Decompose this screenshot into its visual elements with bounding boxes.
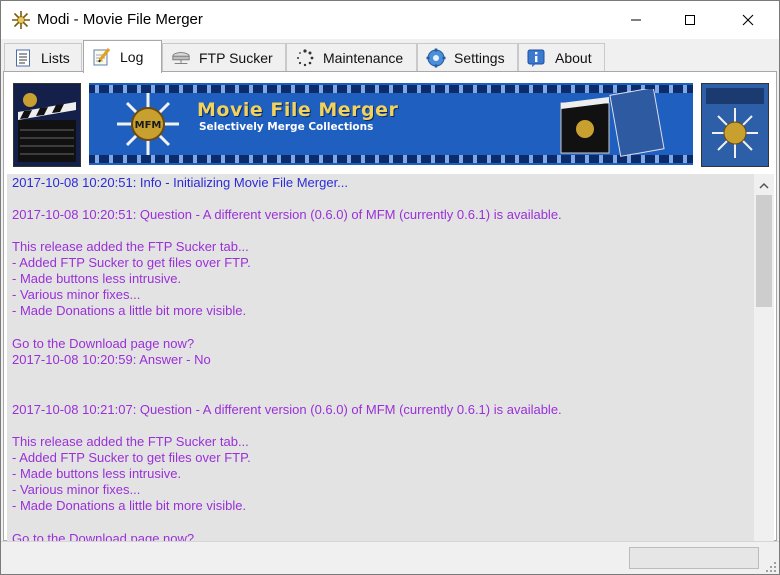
tab-label: About (555, 49, 592, 66)
banner-title: Movie File Merger (197, 99, 399, 121)
tab-label: Lists (41, 49, 70, 66)
dvd-cases-image (560, 89, 665, 157)
chevron-up-icon (759, 182, 769, 189)
log-line: Go to the Download page now? (12, 336, 195, 351)
mfm-star-logo: MFM (117, 93, 179, 155)
tab-lists[interactable]: Lists (4, 43, 82, 71)
maximize-button[interactable] (667, 1, 713, 39)
close-button[interactable] (725, 1, 771, 39)
dvd-cover-image (701, 83, 769, 167)
log-line: This release added the FTP Sucker tab... (12, 434, 249, 449)
banner-image: MFM Movie File Merger Selectively Merge … (89, 83, 693, 165)
banner-logo-text: MFM (135, 120, 162, 131)
tab-strip: Lists Log FTP Sucker Maintenance Setting… (1, 39, 779, 73)
log-line: 2017-10-08 10:21:07: Question - A differ… (12, 402, 562, 417)
maximize-icon (685, 15, 695, 25)
log-line: - Made buttons less intrusive. (12, 271, 182, 286)
tab-label: Log (120, 49, 144, 65)
info-icon (527, 48, 547, 68)
progress-bar (629, 547, 759, 569)
notepad-pencil-icon (92, 47, 112, 67)
window-title: Modi - Movie File Merger (37, 11, 203, 28)
title-bar[interactable]: Modi - Movie File Merger (1, 1, 779, 39)
minimize-icon (631, 19, 641, 21)
tab-ftp-sucker[interactable]: FTP Sucker (162, 43, 286, 71)
log-textarea[interactable]: 2017-10-08 10:20:51: Info - Initializing… (7, 174, 754, 541)
log-line: 2017-10-08 10:20:51: Question - A differ… (12, 207, 562, 222)
scroll-up-button[interactable] (754, 176, 774, 194)
log-line: 2017-10-08 10:20:59: Answer - No (12, 352, 211, 367)
network-drive-icon (171, 48, 191, 68)
tab-label: Maintenance (323, 49, 404, 66)
tab-settings[interactable]: Settings (417, 43, 518, 71)
log-line: - Made Donations a little bit more visib… (12, 303, 247, 318)
status-bar (1, 541, 779, 574)
banner-subtitle: Selectively Merge Collections (199, 121, 374, 133)
gear-icon (426, 48, 446, 68)
resize-grip-icon[interactable] (765, 561, 777, 573)
log-line: - Added FTP Sucker to get files over FTP… (12, 255, 251, 270)
log-vertical-scrollbar[interactable] (754, 174, 774, 541)
log-line: 2017-10-08 10:20:51: Info - Initializing… (12, 175, 349, 190)
log-line: - Various minor fixes... (12, 482, 141, 497)
clapperboard-image (13, 83, 81, 167)
log-line: - Made Donations a little bit more visib… (12, 498, 247, 513)
tab-about[interactable]: About (518, 43, 605, 71)
tab-label: FTP Sucker (199, 49, 273, 66)
document-list-icon (13, 48, 33, 68)
app-icon (12, 11, 30, 29)
log-line: - Various minor fixes... (12, 287, 141, 302)
log-line: - Made buttons less intrusive. (12, 466, 182, 481)
tab-label: Settings (454, 49, 505, 66)
spinner-icon (295, 48, 315, 68)
tab-log[interactable]: Log (83, 40, 162, 73)
log-line: This release added the FTP Sucker tab... (12, 239, 249, 254)
log-line: Go to the Download page now? (12, 531, 195, 541)
minimize-button[interactable] (613, 1, 659, 39)
close-icon (742, 14, 754, 26)
scrollbar-thumb[interactable] (756, 195, 772, 307)
tab-maintenance[interactable]: Maintenance (286, 43, 417, 71)
log-line: - Added FTP Sucker to get files over FTP… (12, 450, 251, 465)
app-window: Modi - Movie File Merger Lists Log FTP S… (0, 0, 780, 575)
